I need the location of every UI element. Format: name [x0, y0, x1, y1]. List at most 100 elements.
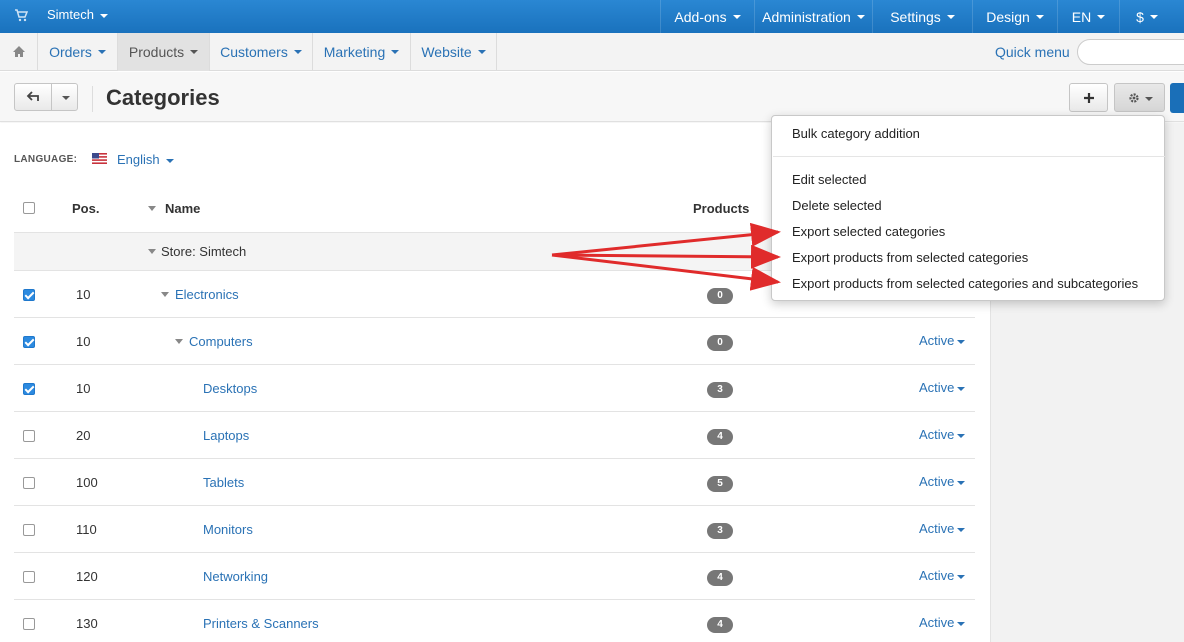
- category-link[interactable]: Electronics: [175, 287, 239, 302]
- category-link[interactable]: Monitors: [203, 522, 253, 537]
- chevron-down-icon: [957, 621, 966, 626]
- nav-website[interactable]: Website: [411, 33, 497, 71]
- save-button[interactable]: [1170, 83, 1184, 113]
- product-count-badge: 3: [707, 523, 733, 539]
- topnav-administration[interactable]: Administration: [754, 0, 872, 33]
- column-header-name[interactable]: Name: [165, 201, 200, 216]
- menu-item-export-selected-categories[interactable]: Export selected categories: [792, 224, 945, 239]
- row-checkbox[interactable]: [23, 618, 35, 630]
- quick-search-input[interactable]: [1077, 39, 1184, 65]
- status-dropdown[interactable]: Active: [919, 380, 966, 395]
- main-nav: Orders Products Customers Marketing Webs…: [0, 33, 1184, 71]
- row-checkbox[interactable]: [23, 336, 35, 348]
- table-row: 20 Laptops 4 Active: [14, 412, 975, 459]
- language-selector[interactable]: English: [117, 152, 174, 167]
- status-label: Active: [919, 333, 955, 348]
- category-link[interactable]: Laptops: [203, 428, 249, 443]
- menu-divider: [773, 156, 1165, 157]
- divider: [92, 86, 93, 112]
- chevron-down-icon: [99, 13, 108, 18]
- row-checkbox[interactable]: [23, 430, 35, 442]
- product-count-badge: 3: [707, 382, 733, 398]
- topnav-language[interactable]: EN: [1057, 0, 1119, 33]
- category-link[interactable]: Desktops: [203, 381, 257, 396]
- page-title: Categories: [106, 85, 220, 110]
- chevron-down-icon: [391, 50, 400, 54]
- table-row: 100 Tablets 5 Active: [14, 459, 975, 506]
- back-arrow-icon: [26, 91, 39, 101]
- gear-icon: [1129, 93, 1139, 103]
- row-checkbox[interactable]: [23, 524, 35, 536]
- menu-item-export-products-categories-subcategories[interactable]: Export products from selected categories…: [792, 276, 1138, 291]
- row-checkbox[interactable]: [23, 289, 35, 301]
- row-checkbox[interactable]: [23, 571, 35, 583]
- category-link[interactable]: Tablets: [203, 475, 244, 490]
- language-label: LANGUAGE:: [14, 154, 78, 165]
- back-button[interactable]: [14, 83, 52, 111]
- status-label: Active: [919, 568, 955, 583]
- status-dropdown[interactable]: Active: [919, 333, 966, 348]
- collapse-icon[interactable]: [175, 339, 183, 344]
- nav-customers[interactable]: Customers: [210, 33, 313, 71]
- store-switcher[interactable]: Simtech: [47, 7, 108, 22]
- row-checkbox[interactable]: [23, 383, 35, 395]
- topnav-addons[interactable]: Add-ons: [660, 0, 754, 33]
- chevron-down-icon: [946, 14, 955, 19]
- topnav-currency[interactable]: $: [1119, 0, 1174, 33]
- table-row: 110 Monitors 3 Active: [14, 506, 975, 553]
- nav-label: Customers: [220, 44, 288, 60]
- table-row: 10 Desktops 3 Active: [14, 365, 975, 412]
- home-button[interactable]: [0, 33, 38, 71]
- chevron-down-icon: [957, 386, 966, 391]
- status-dropdown[interactable]: Active: [919, 615, 966, 630]
- select-all-checkbox[interactable]: [23, 202, 35, 214]
- cart-icon[interactable]: [14, 8, 28, 22]
- settings-menu-button[interactable]: [1114, 83, 1165, 112]
- menu-item-export-products-selected-categories[interactable]: Export products from selected categories: [792, 250, 1028, 265]
- topnav-settings[interactable]: Settings: [872, 0, 972, 33]
- product-count-badge: 0: [707, 288, 733, 304]
- chevron-down-icon: [957, 574, 966, 579]
- row-position: 120: [76, 569, 98, 584]
- chevron-down-icon: [957, 433, 966, 438]
- column-header-pos[interactable]: Pos.: [72, 201, 99, 216]
- chevron-down-icon: [1145, 97, 1153, 101]
- row-position: 100: [76, 475, 98, 490]
- menu-item-delete-selected[interactable]: Delete selected: [792, 198, 882, 213]
- collapse-icon[interactable]: [148, 249, 156, 254]
- chevron-down-icon: [957, 527, 966, 532]
- menu-item-bulk-category-addition[interactable]: Bulk category addition: [792, 126, 920, 141]
- status-label: Active: [919, 615, 955, 630]
- topnav-label: EN: [1071, 8, 1092, 25]
- product-count-badge: 4: [707, 429, 733, 445]
- chevron-down-icon: [732, 14, 741, 19]
- nav-products[interactable]: Products: [118, 33, 210, 71]
- product-count-badge: 0: [707, 335, 733, 351]
- topnav-label: Add-ons: [674, 8, 727, 25]
- row-position: 130: [76, 616, 98, 631]
- back-dropdown-button[interactable]: [51, 83, 78, 111]
- nav-label: Marketing: [323, 44, 386, 60]
- collapse-icon[interactable]: [161, 292, 169, 297]
- category-link[interactable]: Networking: [203, 569, 268, 584]
- status-dropdown[interactable]: Active: [919, 521, 966, 536]
- top-bar: Simtech Add-ons Administration Settings …: [0, 0, 1184, 33]
- status-label: Active: [919, 427, 955, 442]
- add-category-button[interactable]: [1069, 83, 1108, 112]
- category-link[interactable]: Computers: [189, 334, 253, 349]
- nav-marketing[interactable]: Marketing: [313, 33, 411, 71]
- nav-orders[interactable]: Orders: [38, 33, 118, 71]
- status-dropdown[interactable]: Active: [919, 427, 966, 442]
- collapse-all-icon[interactable]: [148, 206, 156, 211]
- row-checkbox[interactable]: [23, 477, 35, 489]
- status-dropdown[interactable]: Active: [919, 474, 966, 489]
- category-link[interactable]: Printers & Scanners: [203, 616, 319, 631]
- topnav-label: Settings: [890, 8, 941, 25]
- quick-menu-link[interactable]: Quick menu: [995, 44, 1070, 60]
- status-dropdown[interactable]: Active: [919, 568, 966, 583]
- row-position: 10: [76, 381, 91, 396]
- topnav-design[interactable]: Design: [972, 0, 1057, 33]
- nav-label: Website: [421, 44, 472, 60]
- chevron-down-icon: [165, 158, 174, 163]
- menu-item-edit-selected[interactable]: Edit selected: [792, 172, 866, 187]
